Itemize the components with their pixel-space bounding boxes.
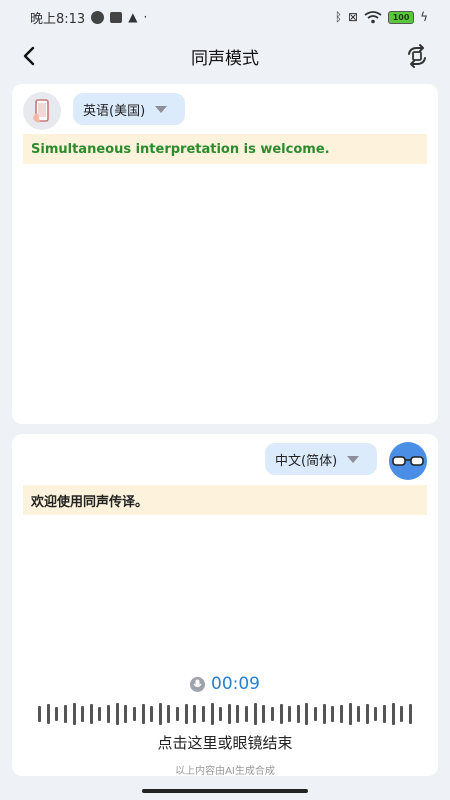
- caret-down-icon: [347, 455, 360, 463]
- waveform-bar: [357, 706, 361, 722]
- timer-row: 00:09: [12, 674, 438, 694]
- swap-rotate-icon[interactable]: [404, 43, 430, 69]
- waveform-bar: [132, 707, 136, 721]
- waveform-bar: [150, 706, 154, 722]
- microphone-icon: [190, 676, 205, 692]
- waveform-bar: [331, 706, 335, 722]
- stop-hint-button[interactable]: 点击这里或眼镜结束: [12, 732, 438, 753]
- status-bar: 晚上8:13 ▲ · ᛒ ⊠ 100 ϟ: [0, 0, 450, 34]
- dot-icon: ·: [143, 10, 148, 24]
- waveform-bar: [176, 707, 179, 721]
- waveform-bar: [38, 706, 41, 722]
- waveform-bar: [348, 703, 352, 725]
- waveform-bar: [98, 707, 102, 721]
- waveform-bar: [89, 704, 93, 724]
- battery-icon: 100: [388, 10, 415, 24]
- waveform-bar: [400, 706, 404, 722]
- waveform-bar: [81, 706, 85, 722]
- waveform-bar: [193, 705, 197, 723]
- home-indicator[interactable]: [142, 789, 308, 793]
- waveform-bar: [253, 703, 257, 725]
- target-language-label: 中文(简体): [275, 453, 338, 469]
- status-time: 晚上8:13: [30, 11, 86, 27]
- waveform-bar: [141, 704, 145, 724]
- waveform-bar: [184, 704, 188, 724]
- waveform-bar: [279, 704, 283, 724]
- waveform-bar: [63, 705, 67, 723]
- header-bar: 同声模式: [0, 34, 450, 78]
- audio-waveform[interactable]: [38, 702, 412, 726]
- waveform-bar: [383, 705, 386, 723]
- waveform-bar: [72, 703, 76, 725]
- waveform-bar: [262, 705, 266, 723]
- waveform-bar: [322, 704, 326, 724]
- target-text: 欢迎使用同声传译。: [23, 485, 427, 515]
- waveform-bar: [46, 704, 50, 724]
- target-language-select[interactable]: 中文(简体): [265, 443, 377, 475]
- waveform-bar: [245, 706, 248, 722]
- waveform-bar: [158, 703, 162, 725]
- waveform-bar: [288, 706, 292, 722]
- waveform-bar: [236, 705, 240, 723]
- recording-timer: 00:09: [211, 674, 260, 694]
- source-language-select[interactable]: 英语(美国): [73, 93, 185, 125]
- source-text: Simultaneous interpretation is welcome.: [23, 134, 427, 164]
- waveform-bar: [167, 705, 171, 723]
- waveform-bar: [339, 705, 343, 723]
- caret-down-icon: [155, 105, 168, 113]
- page-title: 同声模式: [191, 48, 259, 69]
- charging-icon: ϟ: [420, 10, 428, 24]
- square-icon: [110, 11, 123, 23]
- waveform-bar: [55, 707, 59, 721]
- waveform-bar: [107, 705, 110, 723]
- source-language-label: 英语(美国): [83, 103, 146, 119]
- notification-icon: [91, 10, 105, 24]
- glasses-icon[interactable]: [389, 442, 427, 480]
- waveform-bar: [227, 704, 231, 724]
- warning-icon: ▲: [128, 10, 138, 24]
- ai-disclaimer: 以上内容由AI生成合成: [175, 766, 275, 777]
- waveform-bar: [270, 707, 274, 721]
- waveform-bar: [391, 703, 395, 725]
- waveform-bar: [314, 707, 317, 721]
- waveform-bar: [210, 703, 214, 725]
- waveform-bar: [219, 707, 223, 721]
- wifi-icon: [364, 10, 382, 23]
- waveform-bar: [201, 706, 205, 722]
- waveform-bar: [374, 707, 378, 721]
- waveform-bar: [305, 703, 309, 725]
- waveform-bar: [115, 703, 119, 725]
- waveform-bar: [365, 704, 369, 724]
- waveform-bar: [124, 705, 128, 723]
- waveform-bar: [408, 704, 412, 724]
- bluetooth-icon: ᛒ: [334, 10, 343, 24]
- source-panel: 英语(美国) Simultaneous interpretation is we…: [12, 84, 438, 424]
- chevron-left-icon[interactable]: [18, 44, 42, 68]
- sim-x-icon: ⊠: [348, 10, 359, 24]
- target-panel: 中文(简体) 欢迎使用同声传译。 00:09 点击这里或眼镜结束 以上内容由AI…: [12, 434, 438, 777]
- phone-hand-icon[interactable]: [23, 92, 61, 130]
- waveform-bar: [296, 705, 300, 723]
